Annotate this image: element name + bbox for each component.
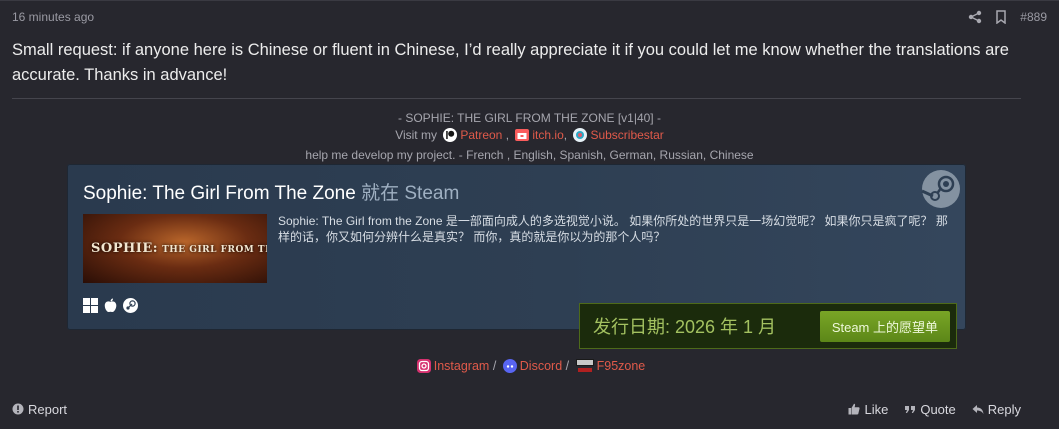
quote-label: Quote [920, 401, 956, 417]
post-actions: Like Quote Reply [848, 402, 1021, 417]
patreon-icon [443, 128, 458, 142]
share-icon[interactable] [968, 10, 982, 24]
post-number-link[interactable]: #889 [1020, 10, 1047, 24]
steam-game-title[interactable]: Sophie: The Girl From The Zone [83, 183, 356, 204]
subscribestar-icon [573, 128, 588, 142]
game-capsule-image[interactable]: SOPHIE:THE GIRL FROM THE ZONE [83, 214, 267, 283]
f95zone-logo-icon [575, 359, 594, 372]
like-button[interactable]: Like [848, 402, 888, 417]
bookmark-icon[interactable] [994, 10, 1008, 24]
top-border [0, 0, 1059, 1]
discord-link[interactable]: Discord [520, 359, 562, 373]
links-sep-1: / [492, 359, 497, 373]
signature-title: - SOPHIE: THE GIRL FROM THE ZONE [v1|40]… [398, 111, 661, 125]
report-icon [12, 403, 24, 415]
post-timestamp[interactable]: 16 minutes ago [12, 10, 94, 24]
post-header-actions: #889 [968, 10, 1047, 24]
release-date-label: 发行日期: 2026 年 1 月 [593, 317, 777, 337]
quote-icon [905, 406, 916, 413]
visit-prefix: Visit my [395, 128, 437, 142]
steam-title-suffix: 就在 Steam [361, 183, 460, 204]
social-links-line: Instagram / Discord / F95zone [0, 359, 1059, 373]
f95zone-link[interactable]: F95zone [597, 359, 646, 373]
reply-icon [972, 405, 984, 414]
reply-label: Reply [987, 401, 1021, 417]
steam-widget-title[interactable]: Sophie: The Girl From The Zone 就在 Steam [83, 178, 459, 205]
patreon-link[interactable]: Patreon [460, 128, 502, 142]
links-sep-2: / [565, 359, 570, 373]
reply-button[interactable]: Reply [972, 402, 1021, 417]
capsule-logo-text: SOPHIE:THE GIRL FROM THE ZONE [91, 241, 267, 256]
report-label: Report [28, 401, 68, 417]
post-footer: Report Like Quote Reply [12, 400, 1021, 418]
sep-comma-1: , [505, 128, 510, 142]
instagram-icon [416, 359, 431, 373]
instagram-link[interactable]: Instagram [434, 359, 490, 373]
itchio-link[interactable]: itch.io [532, 128, 563, 142]
sep-comma-2: , [563, 128, 568, 142]
add-to-wishlist-button[interactable]: Steam 上的愿望单 [819, 311, 950, 342]
signature-divider [12, 98, 1021, 99]
thumbs-up-icon [848, 403, 861, 415]
itchio-icon [515, 129, 530, 141]
steam-icon [123, 298, 138, 313]
quote-button[interactable]: Quote [904, 401, 956, 417]
apple-icon [104, 298, 117, 313]
like-label: Like [864, 401, 889, 417]
signature-languages: help me develop my project. - French , E… [305, 148, 754, 162]
signature-links-line: Visit my Patreon , itch.io, Subscribesta… [0, 128, 1059, 142]
game-description: Sophie: The Girl from the Zone 是一部面向成人的多… [278, 214, 948, 244]
steam-purchase-area: 发行日期: 2026 年 1 月 Steam 上的愿望单 [579, 303, 957, 349]
platform-icons [83, 298, 138, 313]
windows-icon [83, 298, 98, 313]
post-header: 16 minutes ago #889 [12, 8, 1047, 26]
report-button[interactable]: Report [12, 402, 67, 417]
steam-logo-icon[interactable] [921, 169, 961, 209]
discord-icon [502, 359, 517, 373]
post-message: Small request: if anyone here is Chinese… [12, 41, 1009, 84]
subscribestar-link[interactable]: Subscribestar [590, 128, 663, 142]
